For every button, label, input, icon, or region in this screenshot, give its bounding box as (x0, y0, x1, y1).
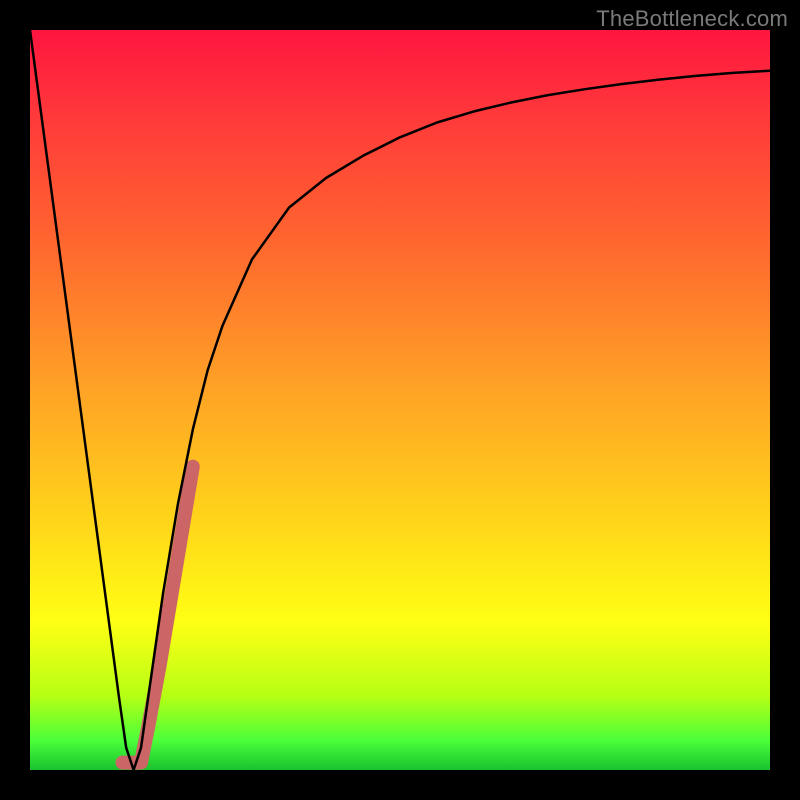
plot-area (30, 30, 770, 770)
bottleneck-curve (30, 30, 770, 770)
chart-frame: TheBottleneck.com (0, 0, 800, 800)
emphasis-segment (123, 467, 193, 763)
watermark-text: TheBottleneck.com (596, 6, 788, 32)
curves-svg (30, 30, 770, 770)
